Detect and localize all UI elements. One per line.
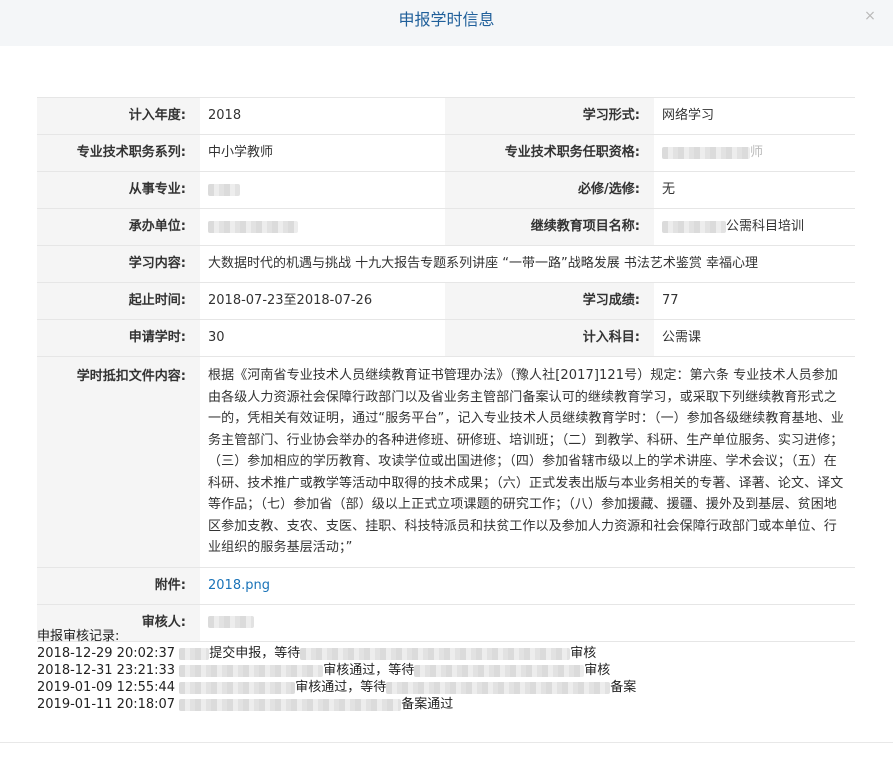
- log-text: 备案: [610, 680, 637, 695]
- required-label: 必修/选修:: [445, 171, 654, 209]
- apply-hours-modal: 申报学时信息 × 计入年度: 2018 学习形式: 网络学习 专业技术职务系列:…: [0, 0, 893, 757]
- log-text: 备案通过: [401, 697, 454, 712]
- project-label: 继续教育项目名称:: [445, 208, 654, 246]
- redacted-block: [179, 681, 296, 694]
- close-icon[interactable]: ×: [863, 9, 877, 23]
- subject-label: 计入科目:: [445, 319, 654, 357]
- review-log-title: 申报审核记录:: [37, 629, 120, 644]
- doc-label: 学时抵扣文件内容:: [37, 356, 200, 568]
- attachment-label: 附件:: [37, 566, 200, 605]
- job-qualification-label: 专业技术职务任职资格:: [445, 134, 654, 172]
- project-value: 公需科目培训: [654, 208, 855, 246]
- table-row-content: 学习内容: 大数据时代的机遇与挑战 十九大报告专题系列讲座 “一带一路”战略发展…: [37, 245, 855, 283]
- table-row-year: 计入年度: 2018 学习形式: 网络学习: [37, 97, 855, 135]
- table-row-hours: 申请学时: 30 计入科目: 公需课: [37, 319, 855, 357]
- major-value: [200, 171, 445, 209]
- study-form-value: 网络学习: [654, 97, 855, 135]
- log-entry: 2018-12-31 23:21:33 审核通过，等待 审核: [37, 662, 636, 679]
- table-row-job: 专业技术职务系列: 中小学教师 专业技术职务任职资格: 师: [37, 134, 855, 172]
- modal-title: 申报学时信息: [398, 10, 495, 29]
- required-value: 无: [654, 171, 855, 209]
- table-row-organizer: 承办单位: 继续教育项目名称: 公需科目培训: [37, 208, 855, 246]
- log-text: 审核通过，等待: [323, 663, 415, 678]
- redacted-block: [662, 220, 726, 233]
- major-label: 从事专业:: [37, 171, 200, 209]
- redacted-block: [208, 183, 240, 196]
- log-text: 审核: [584, 663, 611, 678]
- organizer-value: [200, 208, 445, 246]
- table-row-major: 从事专业: 必修/选修: 无: [37, 171, 855, 209]
- table-row-period: 起止时间: 2018-07-23至2018-07-26 学习成绩: 77: [37, 282, 855, 320]
- log-time: 2018-12-31 23:21:33: [37, 663, 176, 678]
- period-value: 2018-07-23至2018-07-26: [200, 282, 445, 320]
- redacted-block: [179, 647, 210, 660]
- log-time: 2019-01-11 20:18:07: [37, 697, 176, 712]
- period-label: 起止时间:: [37, 282, 200, 320]
- attachment-cell: 2018.png: [200, 566, 855, 605]
- study-form-label: 学习形式:: [445, 97, 654, 135]
- job-series-label: 专业技术职务系列:: [37, 134, 200, 172]
- info-table: 计入年度: 2018 学习形式: 网络学习 专业技术职务系列: 中小学教师 专业…: [37, 97, 855, 642]
- modal-header: 申报学时信息 ×: [0, 0, 893, 46]
- log-text: 审核: [570, 646, 597, 661]
- log-text: 提交申报，等待: [209, 646, 301, 661]
- year-value: 2018: [200, 97, 445, 135]
- doc-value: 根据《河南省专业技术人员继续教育证书管理办法》（豫人社[2017]121号）规定…: [200, 356, 855, 568]
- job-qualification-suffix: 师: [750, 145, 764, 160]
- footer-divider: [0, 742, 893, 743]
- table-row-doc: 学时抵扣文件内容: 根据《河南省专业技术人员继续教育证书管理办法》（豫人社[20…: [37, 356, 855, 568]
- job-qualification-value: 师: [654, 134, 855, 172]
- hours-label: 申请学时:: [37, 319, 200, 357]
- hours-value: 30: [200, 319, 445, 357]
- organizer-label: 承办单位:: [37, 208, 200, 246]
- project-suffix: 公需科目培训: [726, 219, 805, 234]
- redacted-block: [386, 681, 611, 694]
- redacted-block: [300, 647, 571, 660]
- log-text: 审核通过，等待: [295, 680, 387, 695]
- subject-value: 公需课: [654, 319, 855, 357]
- redacted-block: [662, 146, 750, 159]
- redacted-block: [179, 664, 324, 677]
- redacted-block: [208, 616, 254, 628]
- log-time: 2018-12-29 20:02:37: [37, 646, 176, 661]
- year-label: 计入年度:: [37, 97, 200, 135]
- log-entry: 2018-12-29 20:02:37 提交申报，等待 审核: [37, 645, 636, 662]
- log-entry: 2019-01-09 12:55:44 审核通过，等待 备案: [37, 679, 636, 696]
- content-value: 大数据时代的机遇与挑战 十九大报告专题系列讲座 “一带一路”战略发展 书法艺术鉴…: [200, 245, 855, 283]
- content-label: 学习内容:: [37, 245, 200, 283]
- score-label: 学习成绩:: [445, 282, 654, 320]
- score-value: 77: [654, 282, 855, 320]
- attachment-link[interactable]: 2018.png: [208, 578, 270, 593]
- review-log: 申报审核记录: 2018-12-29 20:02:37 提交申报，等待 审核 20…: [37, 628, 636, 713]
- job-series-value: 中小学教师: [200, 134, 445, 172]
- redacted-block: [179, 698, 402, 711]
- log-time: 2019-01-09 12:55:44: [37, 680, 176, 695]
- redacted-block: [208, 220, 298, 233]
- log-entry: 2019-01-11 20:18:07 备案通过: [37, 696, 636, 713]
- redacted-block: [414, 664, 585, 677]
- table-row-attachment: 附件: 2018.png: [37, 566, 855, 605]
